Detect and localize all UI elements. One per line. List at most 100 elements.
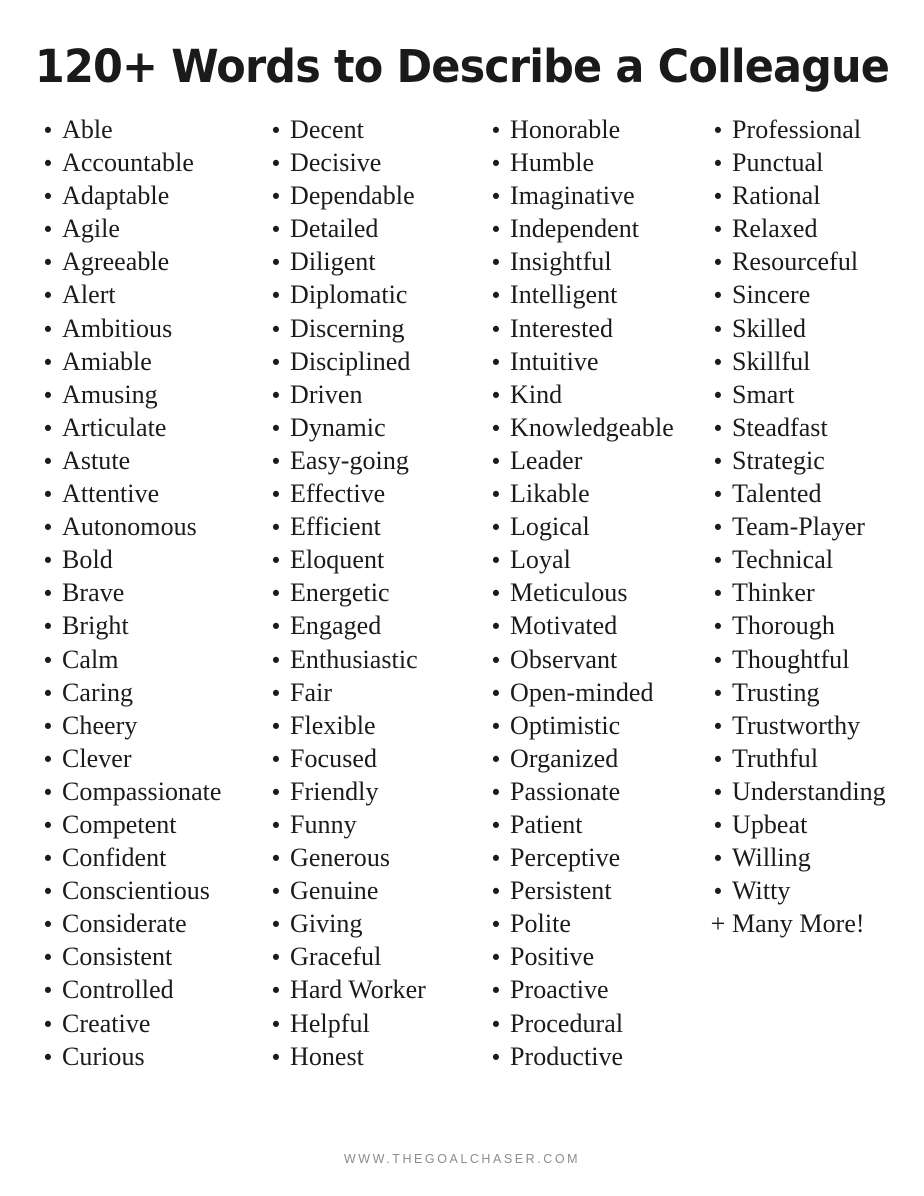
bullet-icon bbox=[487, 874, 505, 909]
word-label: Observant bbox=[510, 644, 618, 674]
word-label: Trustworthy bbox=[732, 710, 861, 740]
word-column-3: Honorable HumbleImaginativeIndependentIns… bbox=[484, 113, 698, 1073]
word-item: Imaginative bbox=[484, 179, 698, 212]
bullet-icon bbox=[709, 676, 727, 711]
word-item: Truthful bbox=[706, 742, 920, 775]
word-item: Clever bbox=[36, 742, 258, 775]
word-item: Thoughtful bbox=[706, 643, 920, 676]
word-item: Alert bbox=[36, 278, 258, 311]
bullet-icon bbox=[267, 146, 285, 181]
bullet-icon bbox=[487, 345, 505, 380]
bullet-icon bbox=[709, 841, 727, 876]
word-label: Interested bbox=[510, 313, 614, 343]
bullet-icon bbox=[39, 179, 57, 214]
bullet-icon bbox=[267, 643, 285, 678]
word-item: Efficient bbox=[264, 510, 478, 543]
word-item: Thorough bbox=[706, 609, 920, 642]
word-label: Energetic bbox=[290, 578, 390, 608]
word-label: Thoughtful bbox=[732, 644, 850, 674]
word-item: Confident bbox=[36, 841, 258, 874]
word-label: Passionate bbox=[510, 776, 621, 806]
word-label: Proactive bbox=[510, 975, 609, 1005]
word-column-1: Able AccountableAdaptableAgileAgreeableAl… bbox=[36, 113, 258, 1073]
word-label: Disciplined bbox=[290, 346, 411, 376]
bullet-icon bbox=[709, 444, 727, 479]
bullet-icon bbox=[487, 543, 505, 578]
word-item: Helpful bbox=[264, 1007, 478, 1040]
bullet-icon bbox=[39, 973, 57, 1008]
word-label: Relaxed bbox=[732, 214, 818, 244]
word-item: Talented bbox=[706, 477, 920, 510]
bullet-icon bbox=[487, 312, 505, 347]
word-item: Enthusiastic bbox=[264, 643, 478, 676]
word-label: Articulate bbox=[62, 412, 167, 442]
word-item: Relaxed bbox=[706, 212, 920, 245]
word-item: Logical bbox=[484, 510, 698, 543]
word-item: Insightful bbox=[484, 245, 698, 278]
bullet-icon bbox=[487, 477, 505, 512]
word-label: Calm bbox=[62, 644, 119, 674]
bullet-icon bbox=[709, 576, 727, 611]
word-label: Consistent bbox=[62, 942, 173, 972]
word-label: Kind bbox=[510, 379, 563, 409]
bullet-icon bbox=[487, 841, 505, 876]
word-label: Open-minded bbox=[510, 677, 654, 707]
word-label: Fair bbox=[290, 677, 333, 707]
word-label: Resourceful bbox=[732, 247, 859, 277]
word-label: Perceptive bbox=[510, 843, 621, 873]
word-item: Disciplined bbox=[264, 345, 478, 378]
word-label: Humble bbox=[510, 148, 595, 178]
word-label: Intelligent bbox=[510, 280, 618, 310]
bullet-icon bbox=[487, 378, 505, 413]
word-label: Meticulous bbox=[510, 578, 628, 608]
word-label: Confident bbox=[62, 843, 167, 873]
word-label: Clever bbox=[62, 743, 132, 773]
bullet-icon bbox=[267, 378, 285, 413]
bullet-icon bbox=[39, 444, 57, 479]
word-label: Amiable bbox=[62, 346, 152, 376]
word-item: Driven bbox=[264, 378, 478, 411]
word-item: Decisive bbox=[264, 146, 478, 179]
bullet-icon bbox=[709, 543, 727, 578]
word-item: Interested bbox=[484, 312, 698, 345]
bullet-icon bbox=[267, 543, 285, 578]
word-item: Easy-going bbox=[264, 444, 478, 477]
word-item: Curious bbox=[36, 1040, 258, 1073]
bullet-icon bbox=[709, 378, 727, 413]
word-item: Caring bbox=[36, 676, 258, 709]
word-item: Knowledgeable bbox=[484, 411, 698, 444]
word-item: Bold bbox=[36, 543, 258, 576]
word-item: Intuitive bbox=[484, 345, 698, 378]
word-label: Loyal bbox=[510, 545, 571, 575]
bullet-icon bbox=[39, 543, 57, 578]
bullet-icon bbox=[39, 576, 57, 611]
word-label: Compassionate bbox=[62, 776, 222, 806]
word-item: Dynamic bbox=[264, 411, 478, 444]
bullet-icon bbox=[39, 113, 57, 148]
word-label: Skilled bbox=[732, 313, 807, 343]
word-label: Motivated bbox=[510, 611, 618, 641]
word-item: Professional bbox=[706, 113, 920, 146]
bullet-icon bbox=[709, 477, 727, 512]
word-label: Steadfast bbox=[732, 412, 828, 442]
word-label: Generous bbox=[290, 843, 391, 873]
word-item: Skilled bbox=[706, 312, 920, 345]
word-label: Funny bbox=[290, 809, 357, 839]
word-item: Resourceful bbox=[706, 245, 920, 278]
word-item: Persistent bbox=[484, 874, 698, 907]
word-item: Thinker bbox=[706, 576, 920, 609]
word-label: Brave bbox=[62, 578, 125, 608]
word-item: Astute bbox=[36, 444, 258, 477]
bullet-icon bbox=[39, 676, 57, 711]
word-item: Trustworthy bbox=[706, 709, 920, 742]
word-label: Dynamic bbox=[290, 412, 386, 442]
word-item: Productive bbox=[484, 1040, 698, 1073]
word-item: Perceptive bbox=[484, 841, 698, 874]
word-label: Trusting bbox=[732, 677, 820, 707]
word-item: Skillful bbox=[706, 345, 920, 378]
bullet-icon bbox=[267, 973, 285, 1008]
word-label: Upbeat bbox=[732, 809, 808, 839]
word-label: Positive bbox=[510, 942, 595, 972]
bullet-icon bbox=[267, 179, 285, 214]
bullet-icon bbox=[709, 874, 727, 909]
